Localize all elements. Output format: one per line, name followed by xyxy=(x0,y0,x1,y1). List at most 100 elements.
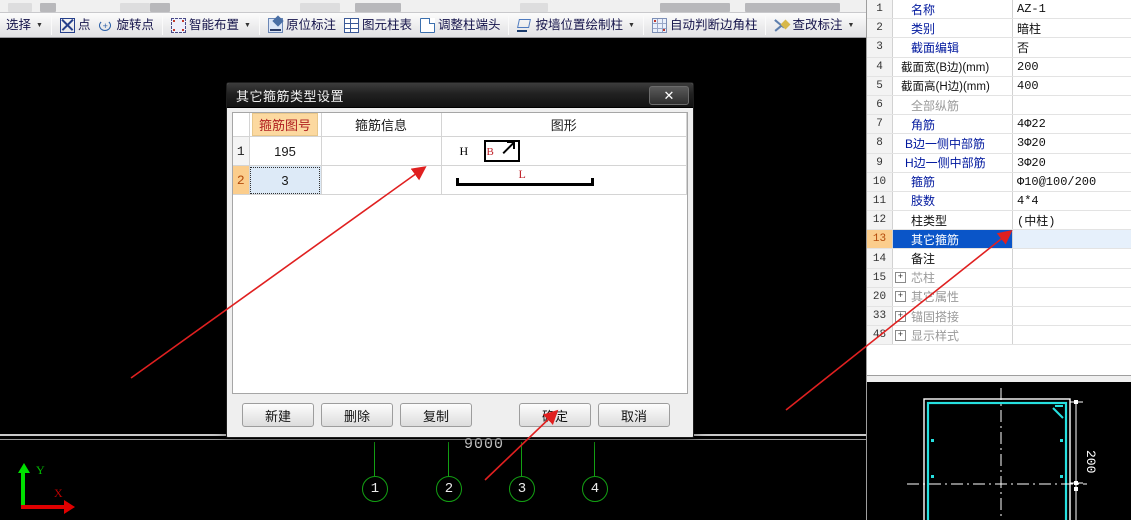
property-row-number: 9 xyxy=(867,153,893,172)
property-label: + 显示样式 xyxy=(893,326,1013,345)
chevron-down-icon[interactable]: ▼ xyxy=(628,22,635,29)
property-row-number: 4 xyxy=(867,57,893,76)
property-row-category[interactable]: 2 类别 暗柱 xyxy=(867,19,1131,39)
property-row-number: 15 xyxy=(867,268,893,287)
property-row-remark[interactable]: 14 备注 xyxy=(867,249,1131,269)
property-value[interactable]: 4Φ22 xyxy=(1013,115,1131,133)
property-row-stirrup[interactable]: 10 箍筋 Φ10@100/200 xyxy=(867,172,1131,192)
property-label: H边一侧中部筋 xyxy=(893,153,1013,172)
property-value[interactable] xyxy=(1013,307,1131,325)
property-value[interactable]: 3Φ20 xyxy=(1013,154,1131,172)
chevron-down-icon[interactable]: ▼ xyxy=(847,22,854,29)
property-value[interactable] xyxy=(1013,288,1131,306)
property-row-display-style[interactable]: 48 + 显示样式 xyxy=(867,326,1131,346)
axis-bubble[interactable]: 1 xyxy=(362,476,388,502)
dialog-title-bar[interactable]: 其它箍筋类型设置 ✕ xyxy=(227,83,693,108)
property-value[interactable] xyxy=(1013,269,1131,287)
property-value[interactable]: 3Φ20 xyxy=(1013,134,1131,152)
property-value[interactable]: Φ10@100/200 xyxy=(1013,173,1131,191)
toolbar-select-button[interactable]: 选择 ▼ xyxy=(2,14,47,36)
toolbar-check-edit-annotation-button[interactable]: 查改标注 ▼ xyxy=(770,14,858,36)
col-header-stirrup-info[interactable]: 箍筋信息 xyxy=(321,113,442,137)
property-label: 截面宽(B边)(mm) xyxy=(893,57,1013,76)
point-icon xyxy=(59,17,75,33)
axis-bubble[interactable]: 2 xyxy=(436,476,462,502)
stirrup-info-cell[interactable] xyxy=(321,136,442,166)
ok-button[interactable]: 确定 xyxy=(519,403,591,427)
expand-icon[interactable]: + xyxy=(895,310,906,322)
property-row-h-side-middle-bar[interactable]: 9 H边一侧中部筋 3Φ20 xyxy=(867,153,1131,173)
stirrup-table: 箍筋图号 箍筋信息 图形 1 195 H B 2 3 L xyxy=(233,113,687,195)
axis-y-label: Y xyxy=(36,463,45,477)
property-row-corner-bar[interactable]: 7 角筋 4Φ22 xyxy=(867,115,1131,135)
property-row-b-side-middle-bar[interactable]: 8 B边一侧中部筋 3Φ20 xyxy=(867,134,1131,154)
toolbar-draw-column-by-wall-button[interactable]: 按墙位置绘制柱 ▼ xyxy=(513,14,638,36)
property-grid: 1 名称 AZ-1 2 类别 暗柱 3 截面编辑 否 4 截面宽(B边)(mm)… xyxy=(866,0,1131,375)
property-row-leg-count[interactable]: 11 肢数 4*4 xyxy=(867,191,1131,212)
section-preview-canvas[interactable]: 200 200 xyxy=(866,375,1131,520)
chevron-down-icon[interactable]: ▼ xyxy=(36,22,43,29)
app-root: 选择 ▼ 点 + 旋转点 智能布置 ▼ 原位标注 图元柱表 调整柱端头 按墙位置… xyxy=(0,0,1131,520)
cancel-button[interactable]: 取消 xyxy=(598,403,670,427)
stirrup-no-cell[interactable]: 195 xyxy=(249,136,322,166)
property-row-section-height[interactable]: 5 截面高(H边)(mm) 400 xyxy=(867,76,1131,96)
property-row-number: 33 xyxy=(867,307,893,326)
property-value[interactable] xyxy=(1013,230,1131,249)
property-row-number: 2 xyxy=(867,19,893,38)
col-header-stirrup-no[interactable]: 箍筋图号 xyxy=(249,113,322,137)
toolbar-point-button[interactable]: 点 xyxy=(56,14,95,36)
stirrup-info-cell[interactable] xyxy=(321,165,442,195)
table-row[interactable]: 2 3 L xyxy=(233,165,687,195)
property-row-column-type[interactable]: 12 柱类型 (中柱) xyxy=(867,211,1131,231)
property-value[interactable]: 4*4 xyxy=(1013,192,1131,210)
property-row-section-edit[interactable]: 3 截面编辑 否 xyxy=(867,38,1131,58)
toolbar-adjust-column-end-button[interactable]: 调整柱端头 xyxy=(416,14,505,36)
adjust-column-end-icon xyxy=(419,17,435,33)
toolbar-smart-layout-button[interactable]: 智能布置 ▼ xyxy=(167,14,255,36)
toolbar-in-place-annotation-button[interactable]: 原位标注 xyxy=(264,14,340,36)
copy-button[interactable]: 复制 xyxy=(400,403,472,427)
property-row-other-attributes[interactable]: 20 + 其它属性 xyxy=(867,287,1131,307)
property-value[interactable]: 200 xyxy=(1013,58,1131,76)
dialog-button-bar: 新建 删除 复制 确定 取消 xyxy=(227,403,693,429)
property-label: + 其它属性 xyxy=(893,287,1013,306)
expand-icon[interactable]: + xyxy=(895,329,906,341)
property-value[interactable]: AZ-1 xyxy=(1013,0,1131,18)
table-row[interactable]: 1 195 H B xyxy=(233,136,687,166)
toolbar-rotate-point-button[interactable]: + 旋转点 xyxy=(94,14,158,36)
property-value[interactable]: 否 xyxy=(1013,38,1131,56)
property-label: 全部纵筋 xyxy=(893,95,1013,115)
property-value[interactable]: (中柱) xyxy=(1013,211,1131,229)
expand-icon[interactable]: + xyxy=(895,272,906,284)
toolbar-column-table-button[interactable]: 图元柱表 xyxy=(340,14,416,36)
expand-icon[interactable]: + xyxy=(895,291,906,303)
property-value[interactable] xyxy=(1013,249,1131,267)
property-value[interactable] xyxy=(1013,96,1131,114)
toolbar-separator xyxy=(508,15,510,35)
property-value[interactable]: 暗柱 xyxy=(1013,19,1131,37)
property-row-section-width[interactable]: 4 截面宽(B边)(mm) 200 xyxy=(867,57,1131,77)
property-row-anchorage-lap[interactable]: 33 + 锚固搭接 xyxy=(867,307,1131,327)
property-row-number: 3 xyxy=(867,38,893,57)
property-row-other-stirrup[interactable]: 13 其它箍筋 xyxy=(867,230,1131,250)
rotate-point-icon: + xyxy=(98,18,113,33)
axis-bubble[interactable]: 4 xyxy=(582,476,608,502)
col-header-shape[interactable]: 图形 xyxy=(441,113,687,137)
property-value[interactable] xyxy=(1013,326,1131,344)
property-row-number: 20 xyxy=(867,287,893,306)
property-value[interactable]: 400 xyxy=(1013,77,1131,95)
row-index-cell: 2 xyxy=(233,165,250,195)
new-button[interactable]: 新建 xyxy=(242,403,314,427)
chevron-down-icon[interactable]: ▼ xyxy=(244,22,251,29)
toolbar-auto-corner-column-button[interactable]: 自动判断边角柱 xyxy=(648,14,762,36)
stirrup-no-cell[interactable]: 3 xyxy=(249,165,322,195)
close-icon[interactable]: ✕ xyxy=(649,86,689,105)
property-row-name[interactable]: 1 名称 AZ-1 xyxy=(867,0,1131,20)
property-row-core-column[interactable]: 15 + 芯柱 xyxy=(867,268,1131,288)
axis-bubble[interactable]: 3 xyxy=(509,476,535,502)
property-label: 名称 xyxy=(893,0,1013,19)
column-section-drawing: 200 200 xyxy=(907,388,1098,520)
column-table-icon xyxy=(343,17,359,33)
property-row-all-longitudinal[interactable]: 6 全部纵筋 xyxy=(867,95,1131,116)
delete-button[interactable]: 删除 xyxy=(321,403,393,427)
